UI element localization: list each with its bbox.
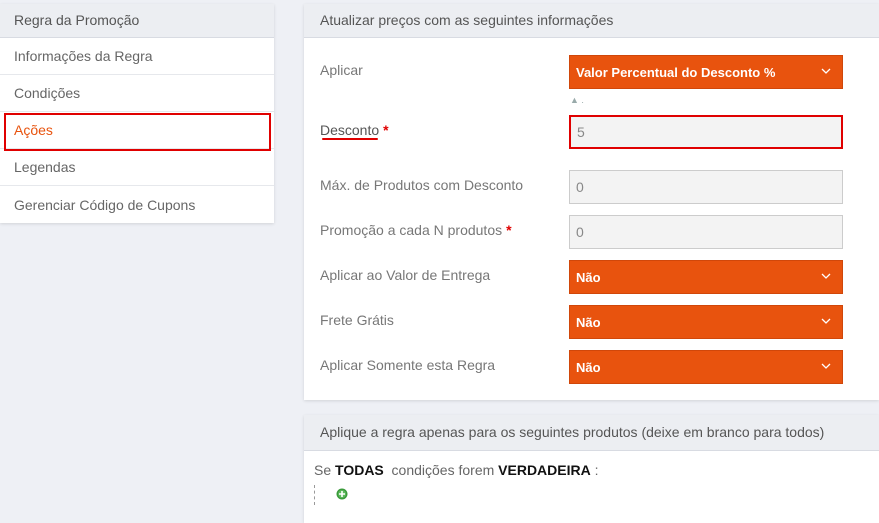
condition-sentence: Se TODAS condições forem VERDADEIRA : [314, 462, 599, 478]
promocao-n-value: 0 [576, 224, 584, 240]
aplicar-label: Aplicar [320, 62, 363, 78]
desconto-label-row: Desconto * [320, 122, 389, 138]
condition-value[interactable]: VERDADEIRA [498, 462, 591, 478]
aplicar-note: ▲ . [570, 95, 584, 105]
desconto-label: Desconto [320, 122, 380, 138]
frete-gratis-value: Não [576, 314, 601, 330]
chevron-down-icon [821, 363, 831, 369]
sidebar-item-legendas[interactable]: Legendas [0, 149, 274, 186]
tree-guide-line [314, 485, 315, 505]
valor-entrega-select[interactable]: Não [569, 260, 843, 294]
max-produtos-input[interactable]: 0 [569, 170, 843, 204]
desconto-annotation-underline [322, 138, 378, 140]
actions-panel: Atualizar preços com as seguintes inform… [304, 4, 879, 400]
sidebar: Regra da Promoção Informações da Regra C… [0, 4, 274, 223]
sidebar-item-acoes[interactable]: Ações [0, 112, 274, 151]
promocao-n-label: Promoção a cada N produtos [320, 222, 503, 238]
valor-entrega-label: Aplicar ao Valor de Entrega [320, 267, 491, 283]
sidebar-title: Regra da Promoção [0, 4, 274, 38]
chevron-down-icon [821, 68, 831, 74]
condition-suffix: : [594, 462, 599, 478]
valor-entrega-value: Não [576, 269, 601, 285]
add-condition-icon[interactable] [336, 488, 348, 500]
aplicar-select[interactable]: Valor Percentual do Desconto % [569, 55, 843, 89]
products-panel: Aplique a regra apenas para os seguintes… [304, 415, 879, 523]
required-marker: * [506, 222, 512, 238]
sidebar-item-cupons[interactable]: Gerenciar Código de Cupons [0, 186, 274, 223]
aplicar-select-value: Valor Percentual do Desconto % [576, 64, 776, 80]
panel-title: Atualizar preços com as seguintes inform… [304, 4, 879, 38]
frete-gratis-select[interactable]: Não [569, 305, 843, 339]
somente-regra-label: Aplicar Somente esta Regra [320, 357, 496, 373]
desconto-input[interactable]: 5 [569, 115, 843, 149]
sidebar-item-condicoes[interactable]: Condições [0, 75, 274, 112]
sidebar-item-informacoes[interactable]: Informações da Regra [0, 38, 274, 75]
somente-regra-select[interactable]: Não [569, 350, 843, 384]
desconto-input-value: 5 [577, 124, 585, 140]
condition-middle: condições forem [391, 462, 495, 478]
max-produtos-label: Máx. de Produtos com Desconto [320, 177, 524, 193]
max-produtos-value: 0 [576, 179, 584, 195]
required-marker: * [383, 122, 389, 138]
promocao-n-input[interactable]: 0 [569, 215, 843, 249]
chevron-down-icon [821, 318, 831, 324]
condition-prefix: Se [314, 462, 332, 478]
promocao-n-label-row: Promoção a cada N produtos * [320, 222, 512, 238]
frete-gratis-label: Frete Grátis [320, 312, 394, 328]
chevron-down-icon [821, 273, 831, 279]
products-panel-title: Aplique a regra apenas para os seguintes… [304, 415, 879, 451]
somente-regra-value: Não [576, 359, 601, 375]
condition-aggregator[interactable]: TODAS [335, 462, 384, 478]
